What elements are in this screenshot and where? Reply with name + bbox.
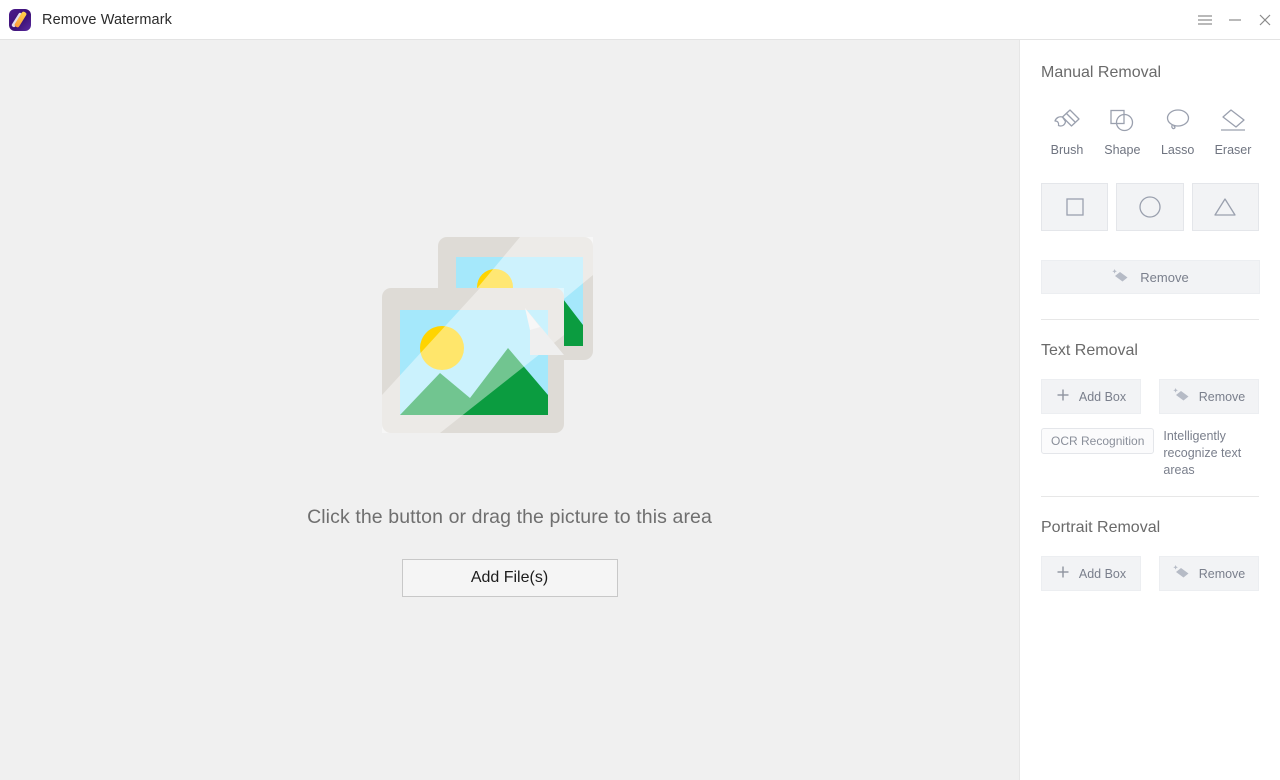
text-add-box-button[interactable]: Add Box — [1041, 379, 1141, 414]
tools-panel: Manual Removal Brush Shape Lasso Eraser … — [1019, 40, 1280, 780]
two-photos-placeholder-icon — [380, 235, 640, 460]
plus-icon — [1056, 388, 1070, 405]
tool-eraser-label: Eraser — [1214, 143, 1252, 157]
shape-icon — [1108, 104, 1136, 138]
portrait-removal-buttons: Add Box Remove — [1041, 556, 1259, 591]
portrait-add-box-button[interactable]: Add Box — [1041, 556, 1141, 591]
tool-brush-label: Brush — [1050, 143, 1084, 157]
ocr-row: OCR Recognition Intelligently recognize … — [1041, 428, 1259, 479]
eraser-sparkle-icon — [1173, 387, 1190, 406]
ocr-hint-text: Intelligently recognize text areas — [1163, 429, 1242, 477]
tool-shape-label: Shape — [1104, 143, 1141, 157]
shape-rectangle-button[interactable] — [1041, 183, 1109, 231]
app-logo-brush-icon — [9, 8, 31, 31]
brush-icon — [1053, 104, 1081, 138]
tool-brush[interactable]: Brush — [1041, 104, 1093, 157]
eraser-sparkle-icon — [1173, 564, 1190, 583]
eraser-sparkle-icon — [1112, 268, 1129, 287]
add-files-button[interactable]: Add File(s) — [401, 559, 618, 597]
drop-area[interactable]: Click the button or drag the picture to … — [0, 40, 1019, 780]
text-removal-buttons: Add Box Remove — [1041, 379, 1259, 414]
portrait-add-box-label: Add Box — [1078, 566, 1127, 581]
manual-removal-title: Manual Removal — [1041, 64, 1162, 81]
portrait-removal-title: Portrait Removal — [1041, 519, 1161, 536]
manual-tool-list: Brush Shape Lasso Eraser — [1041, 104, 1259, 157]
text-add-box-label: Add Box — [1078, 389, 1127, 404]
text-removal-title: Text Removal — [1041, 342, 1138, 359]
shape-ellipse-button[interactable] — [1116, 183, 1184, 231]
tool-eraser[interactable]: Eraser — [1207, 104, 1259, 157]
shape-triangle-button[interactable] — [1191, 183, 1259, 231]
tool-lasso[interactable]: Lasso — [1152, 104, 1204, 157]
close-icon[interactable] — [1250, 0, 1280, 40]
shape-selector — [1041, 183, 1259, 231]
manual-remove-label: Remove — [1140, 269, 1189, 285]
text-remove-button[interactable]: Remove — [1159, 379, 1259, 414]
tool-lasso-label: Lasso — [1160, 143, 1195, 157]
title-bar: Remove Watermark — [0, 0, 1280, 40]
window-controls — [1190, 0, 1280, 40]
manual-remove-button[interactable]: Remove — [1041, 260, 1260, 294]
ocr-recognition-button[interactable]: OCR Recognition — [1041, 428, 1155, 454]
section-divider-1 — [1041, 319, 1259, 320]
tool-shape[interactable]: Shape — [1096, 104, 1148, 157]
drop-area-instructions: Click the button or drag the picture to … — [307, 506, 712, 528]
portrait-remove-label: Remove — [1198, 566, 1246, 581]
minimize-icon[interactable] — [1220, 0, 1250, 40]
text-remove-label: Remove — [1198, 389, 1246, 404]
menu-icon[interactable] — [1190, 0, 1220, 40]
lasso-icon — [1164, 104, 1192, 138]
plus-icon — [1056, 565, 1070, 582]
eraser-icon — [1219, 104, 1247, 138]
app-title: Remove Watermark — [42, 11, 172, 28]
section-divider-2 — [1041, 496, 1259, 497]
portrait-remove-button[interactable]: Remove — [1159, 556, 1259, 591]
